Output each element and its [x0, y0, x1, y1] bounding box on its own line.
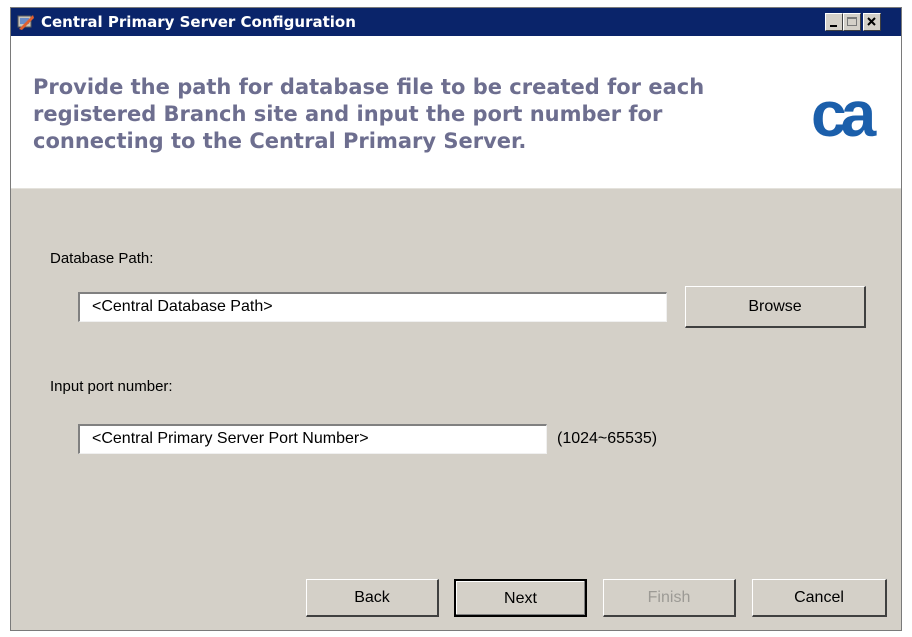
minimize-button[interactable] — [825, 13, 843, 31]
window-title: Central Primary Server Configuration — [41, 13, 356, 31]
configuration-dialog: Central Primary Server Configuration Pro… — [10, 7, 902, 631]
next-button[interactable]: Next — [454, 579, 587, 617]
database-path-label: Database Path: — [50, 250, 154, 267]
port-range-hint: (1024~65535) — [557, 430, 658, 447]
app-icon — [17, 15, 34, 30]
instruction-text: Provide the path for database file to be… — [33, 75, 705, 153]
port-number-input[interactable]: <Central Primary Server Port Number> — [78, 424, 547, 454]
maximize-icon — [847, 17, 857, 26]
title-bar[interactable]: Central Primary Server Configuration — [11, 8, 901, 36]
svg-text:ca: ca — [811, 84, 877, 144]
finish-button: Finish — [603, 579, 736, 617]
minimize-icon — [830, 25, 837, 27]
close-icon — [867, 17, 876, 26]
back-button[interactable]: Back — [306, 579, 439, 617]
close-button[interactable] — [863, 13, 881, 31]
database-path-input[interactable]: <Central Database Path> — [78, 292, 667, 322]
browse-button[interactable]: Browse — [685, 286, 866, 328]
port-number-label: Input port number: — [50, 378, 173, 395]
header-panel: Provide the path for database file to be… — [11, 36, 901, 189]
ca-logo: ca — [811, 84, 883, 144]
maximize-button[interactable] — [843, 13, 861, 31]
cancel-button[interactable]: Cancel — [752, 579, 887, 617]
